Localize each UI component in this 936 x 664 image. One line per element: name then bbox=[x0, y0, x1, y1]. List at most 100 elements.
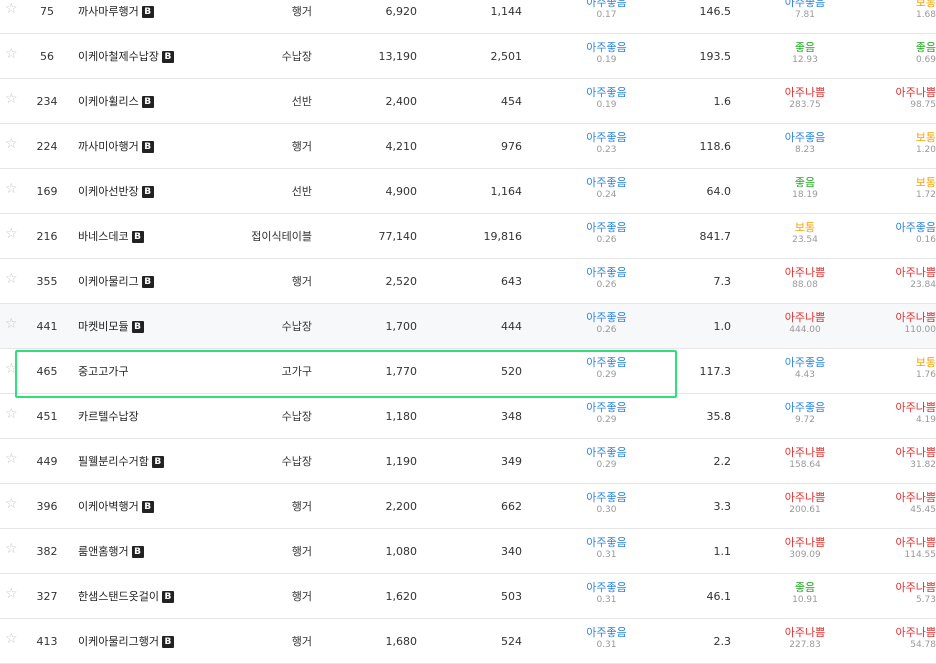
keyword-cell[interactable]: 까사마루행거 B bbox=[78, 5, 154, 19]
star-icon[interactable]: ☆ bbox=[5, 137, 19, 151]
table-row[interactable]: ☆ 396 이케아벽행거 B 행거 2,200 662 아주좋음 0.30 3.3 아주나쁨 200.… bbox=[0, 484, 936, 529]
table-row[interactable]: ☆ 413 이케아물리그행거 B 행거 1,680 524 아주좋음 0.31 2.3 아주나쁨 22… bbox=[0, 619, 936, 664]
rating-cell-1: 아주좋음 0.26 bbox=[560, 221, 653, 247]
rating-label: 아주좋음 bbox=[586, 356, 627, 369]
star-icon[interactable]: ☆ bbox=[5, 407, 19, 421]
rating-value: 4.43 bbox=[794, 370, 816, 380]
click-count-cell: 19,816 bbox=[483, 230, 523, 243]
table-row[interactable]: ☆ 75 까사마루행거 B 행거 6,920 1,144 아주좋음 0.17 146.5 아주좋음 7… bbox=[0, 0, 936, 34]
keyword-cell[interactable]: 까사미아행거 B bbox=[78, 140, 154, 154]
star-icon[interactable]: ☆ bbox=[5, 542, 19, 556]
rating-label: 좋음 bbox=[794, 581, 816, 594]
rating-cell-3: 아주나쁨 114.55 bbox=[860, 536, 936, 562]
table-row[interactable]: ☆ 382 룸앤홈행거 B 행거 1,080 340 아주좋음 0.31 1.1 아주나쁨 309.0… bbox=[0, 529, 936, 574]
keyword-cell[interactable]: 바네스데코 B bbox=[78, 230, 144, 244]
keyword-cell[interactable]: 카르텔수납장 bbox=[78, 410, 139, 424]
rating-label: 아주나쁨 bbox=[895, 446, 936, 459]
keyword-cell[interactable]: 한샘스탠드옷걸이 B bbox=[78, 590, 174, 604]
rating-value: 9.72 bbox=[794, 415, 816, 425]
rating-value: 88.08 bbox=[792, 280, 818, 290]
category-cell: 수납장 bbox=[281, 410, 312, 423]
keyword-cell[interactable]: 이케아물리그행거 B bbox=[78, 635, 174, 649]
rating-cell-3: 보통 1.76 bbox=[860, 356, 936, 382]
table-row[interactable]: ☆ 327 한샘스탠드옷걸이 B 행거 1,620 503 아주좋음 0.31 46.1 좋음 10.… bbox=[0, 574, 936, 619]
product-count-cell: 841.7 bbox=[699, 230, 732, 243]
keyword-cell[interactable]: 이케아선반장 B bbox=[78, 185, 154, 199]
rating-cell-3: 아주좋음 0.16 bbox=[860, 221, 936, 247]
star-icon[interactable]: ☆ bbox=[5, 182, 19, 196]
keyword-cell[interactable]: 이케아철제수납장 B bbox=[78, 50, 174, 64]
keyword-cell[interactable]: 이케아휠리스 B bbox=[78, 95, 154, 109]
keyword-table: ☆ 75 까사마루행거 B 행거 6,920 1,144 아주좋음 0.17 146.5 아주좋음 7… bbox=[0, 0, 936, 664]
rating-value: 0.26 bbox=[596, 280, 617, 290]
keyword-cell[interactable]: 이케아물리그 B bbox=[78, 275, 154, 289]
star-icon[interactable]: ☆ bbox=[5, 497, 19, 511]
keyword-label: 바네스데코 bbox=[78, 230, 129, 243]
star-icon[interactable]: ☆ bbox=[5, 47, 19, 61]
rating-label: 아주좋음 bbox=[586, 0, 627, 9]
keyword-label: 이케아휠리스 bbox=[78, 95, 139, 108]
rank-cell: 75 bbox=[40, 5, 54, 18]
rating-value: 0.19 bbox=[596, 55, 617, 65]
rating-cell-2: 좋음 12.93 bbox=[770, 41, 840, 67]
click-count-cell: 1,144 bbox=[490, 5, 523, 18]
table-row[interactable]: ☆ 216 바네스데코 B 접이식테이블 77,140 19,816 아주좋음 0.26 841.… bbox=[0, 214, 936, 259]
rating-cell-2: 아주나쁨 444.00 bbox=[770, 311, 840, 337]
rating-value: 1.20 bbox=[915, 145, 936, 155]
table-row[interactable]: ☆ 465 중고고가구 고가구 1,770 520 아주좋음 0.29 117.3 아주좋음 4.4… bbox=[0, 349, 936, 394]
star-icon[interactable]: ☆ bbox=[5, 452, 19, 466]
table-row[interactable]: ☆ 355 이케아물리그 B 행거 2,520 643 아주좋음 0.26 7.3 아주나쁨 88.0… bbox=[0, 259, 936, 304]
table-row[interactable]: ☆ 169 이케아선반장 B 선반 4,900 1,164 아주좋음 0.24 64.0 좋음 18.… bbox=[0, 169, 936, 214]
rating-cell-3: 아주나쁨 54.78 bbox=[860, 626, 936, 652]
keyword-label: 까사마루행거 bbox=[78, 5, 139, 18]
product-count-cell: 1.6 bbox=[713, 95, 732, 108]
rating-label: 아주나쁨 bbox=[784, 626, 826, 639]
star-icon[interactable]: ☆ bbox=[5, 2, 19, 16]
star-icon[interactable]: ☆ bbox=[5, 227, 19, 241]
rating-label: 아주좋음 bbox=[586, 536, 627, 549]
click-count-cell: 349 bbox=[501, 455, 522, 468]
rating-label: 아주나쁨 bbox=[784, 446, 826, 459]
star-icon[interactable]: ☆ bbox=[5, 632, 19, 646]
rating-cell-2: 아주좋음 8.23 bbox=[770, 131, 840, 157]
category-cell: 행거 bbox=[291, 140, 312, 153]
keyword-cell[interactable]: 마켓비모듈 B bbox=[78, 320, 144, 334]
rating-value: 200.61 bbox=[789, 505, 821, 515]
keyword-cell[interactable]: 필웰분리수거함 B bbox=[78, 455, 164, 469]
rating-value: 227.83 bbox=[789, 640, 821, 650]
category-cell: 행거 bbox=[291, 635, 312, 648]
keyword-cell[interactable]: 룸앤홈행거 B bbox=[78, 545, 144, 559]
rating-label: 아주좋음 bbox=[586, 221, 627, 234]
rank-cell: 216 bbox=[36, 230, 58, 243]
brand-badge-icon: B bbox=[161, 636, 174, 648]
table-row[interactable]: ☆ 56 이케아철제수납장 B 수납장 13,190 2,501 아주좋음 0.19 193.5 좋… bbox=[0, 34, 936, 79]
rating-label: 아주나쁨 bbox=[895, 86, 936, 99]
table-row[interactable]: ☆ 451 카르텔수납장 수납장 1,180 348 아주좋음 0.29 35.8 아주좋음 9.7… bbox=[0, 394, 936, 439]
rating-label: 아주좋음 bbox=[586, 176, 627, 189]
click-count-cell: 2,501 bbox=[490, 50, 523, 63]
rating-value: 114.55 bbox=[904, 550, 936, 560]
rank-cell: 355 bbox=[36, 275, 58, 288]
category-cell: 접이식테이블 bbox=[251, 230, 312, 243]
table-row[interactable]: ☆ 224 까사미아행거 B 행거 4,210 976 아주좋음 0.23 118.6 아주좋음 8.… bbox=[0, 124, 936, 169]
keyword-cell[interactable]: 이케아벽행거 B bbox=[78, 500, 154, 514]
rating-value: 283.75 bbox=[789, 100, 821, 110]
star-icon[interactable]: ☆ bbox=[5, 587, 19, 601]
product-count-cell: 3.3 bbox=[713, 500, 732, 513]
star-icon[interactable]: ☆ bbox=[5, 92, 19, 106]
star-icon[interactable]: ☆ bbox=[5, 272, 19, 286]
click-count-cell: 662 bbox=[501, 500, 522, 513]
rating-label: 보통 bbox=[915, 131, 936, 144]
rank-cell: 451 bbox=[36, 410, 58, 423]
rating-cell-2: 아주나쁨 309.09 bbox=[770, 536, 840, 562]
category-cell: 선반 bbox=[291, 185, 312, 198]
keyword-label: 카르텔수납장 bbox=[78, 410, 139, 423]
table-row[interactable]: ☆ 441 마켓비모듈 B 수납장 1,700 444 아주좋음 0.26 1.0 아주나쁨 444.… bbox=[0, 304, 936, 349]
table-row[interactable]: ☆ 234 이케아휠리스 B 선반 2,400 454 아주좋음 0.19 1.6 아주나쁨 283.… bbox=[0, 79, 936, 124]
rating-value: 0.30 bbox=[596, 505, 617, 515]
table-row[interactable]: ☆ 449 필웰분리수거함 B 수납장 1,190 349 아주좋음 0.29 2.2 아주나쁨 15… bbox=[0, 439, 936, 484]
rating-cell-1: 아주좋음 0.31 bbox=[560, 536, 653, 562]
star-icon[interactable]: ☆ bbox=[5, 362, 19, 376]
star-icon[interactable]: ☆ bbox=[5, 317, 19, 331]
keyword-cell[interactable]: 중고고가구 bbox=[78, 365, 129, 379]
